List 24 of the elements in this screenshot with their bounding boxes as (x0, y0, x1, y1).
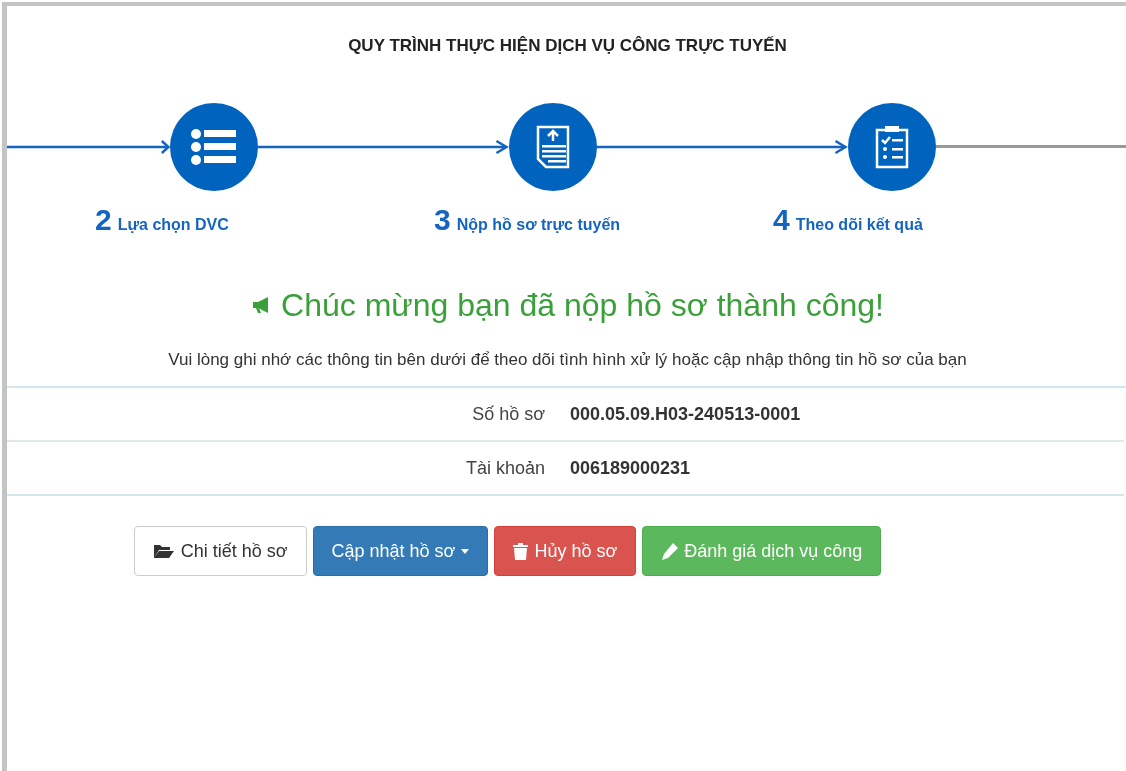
step-number: 2 (95, 204, 112, 235)
field-value: 006189000231 (570, 456, 691, 480)
list-icon (191, 128, 237, 165)
caret-icon (461, 548, 470, 554)
process-title: QUY TRÌNH THỰC HIỆN DỊCH VỤ CÔNG TRỰC TUYẾN (348, 35, 787, 57)
clipboard-checklist-icon (875, 124, 909, 169)
step-number: 3 (434, 204, 451, 235)
folder-icon (152, 543, 175, 559)
document-upload-icon (536, 124, 570, 169)
action-button[interactable]: Cập nhật hồ sơ (312, 526, 489, 576)
step-number: 4 (773, 204, 790, 235)
trash-icon (513, 542, 529, 560)
step-label: Theo dõi kết quả (795, 214, 923, 235)
action-button[interactable]: Hủy hồ sơ (494, 526, 637, 576)
pencil-icon (661, 542, 679, 560)
step-label: Lựa chọn DVC (117, 214, 229, 235)
success-message: Chúc mừng bạn đã nộp hồ sơ thành công! (281, 285, 884, 325)
step-label: Nộp hồ sơ trực tuyến (456, 214, 621, 235)
field-label: Tài khoản (464, 456, 545, 480)
field-label: Số hồ sơ (471, 402, 545, 426)
action-button[interactable]: Chi tiết hồ sơ (133, 526, 307, 576)
field-value: 000.05.09.H03-240513-0001 (570, 402, 801, 426)
action-button[interactable]: Đánh giá dịch vụ công (642, 526, 882, 576)
instruction-text: Vui lòng ghi nhớ các thông tin bên dưới để theo dõi tình hình xử lý hoặc cập nhập thông tin hồ sơ của bạn (168, 348, 967, 371)
